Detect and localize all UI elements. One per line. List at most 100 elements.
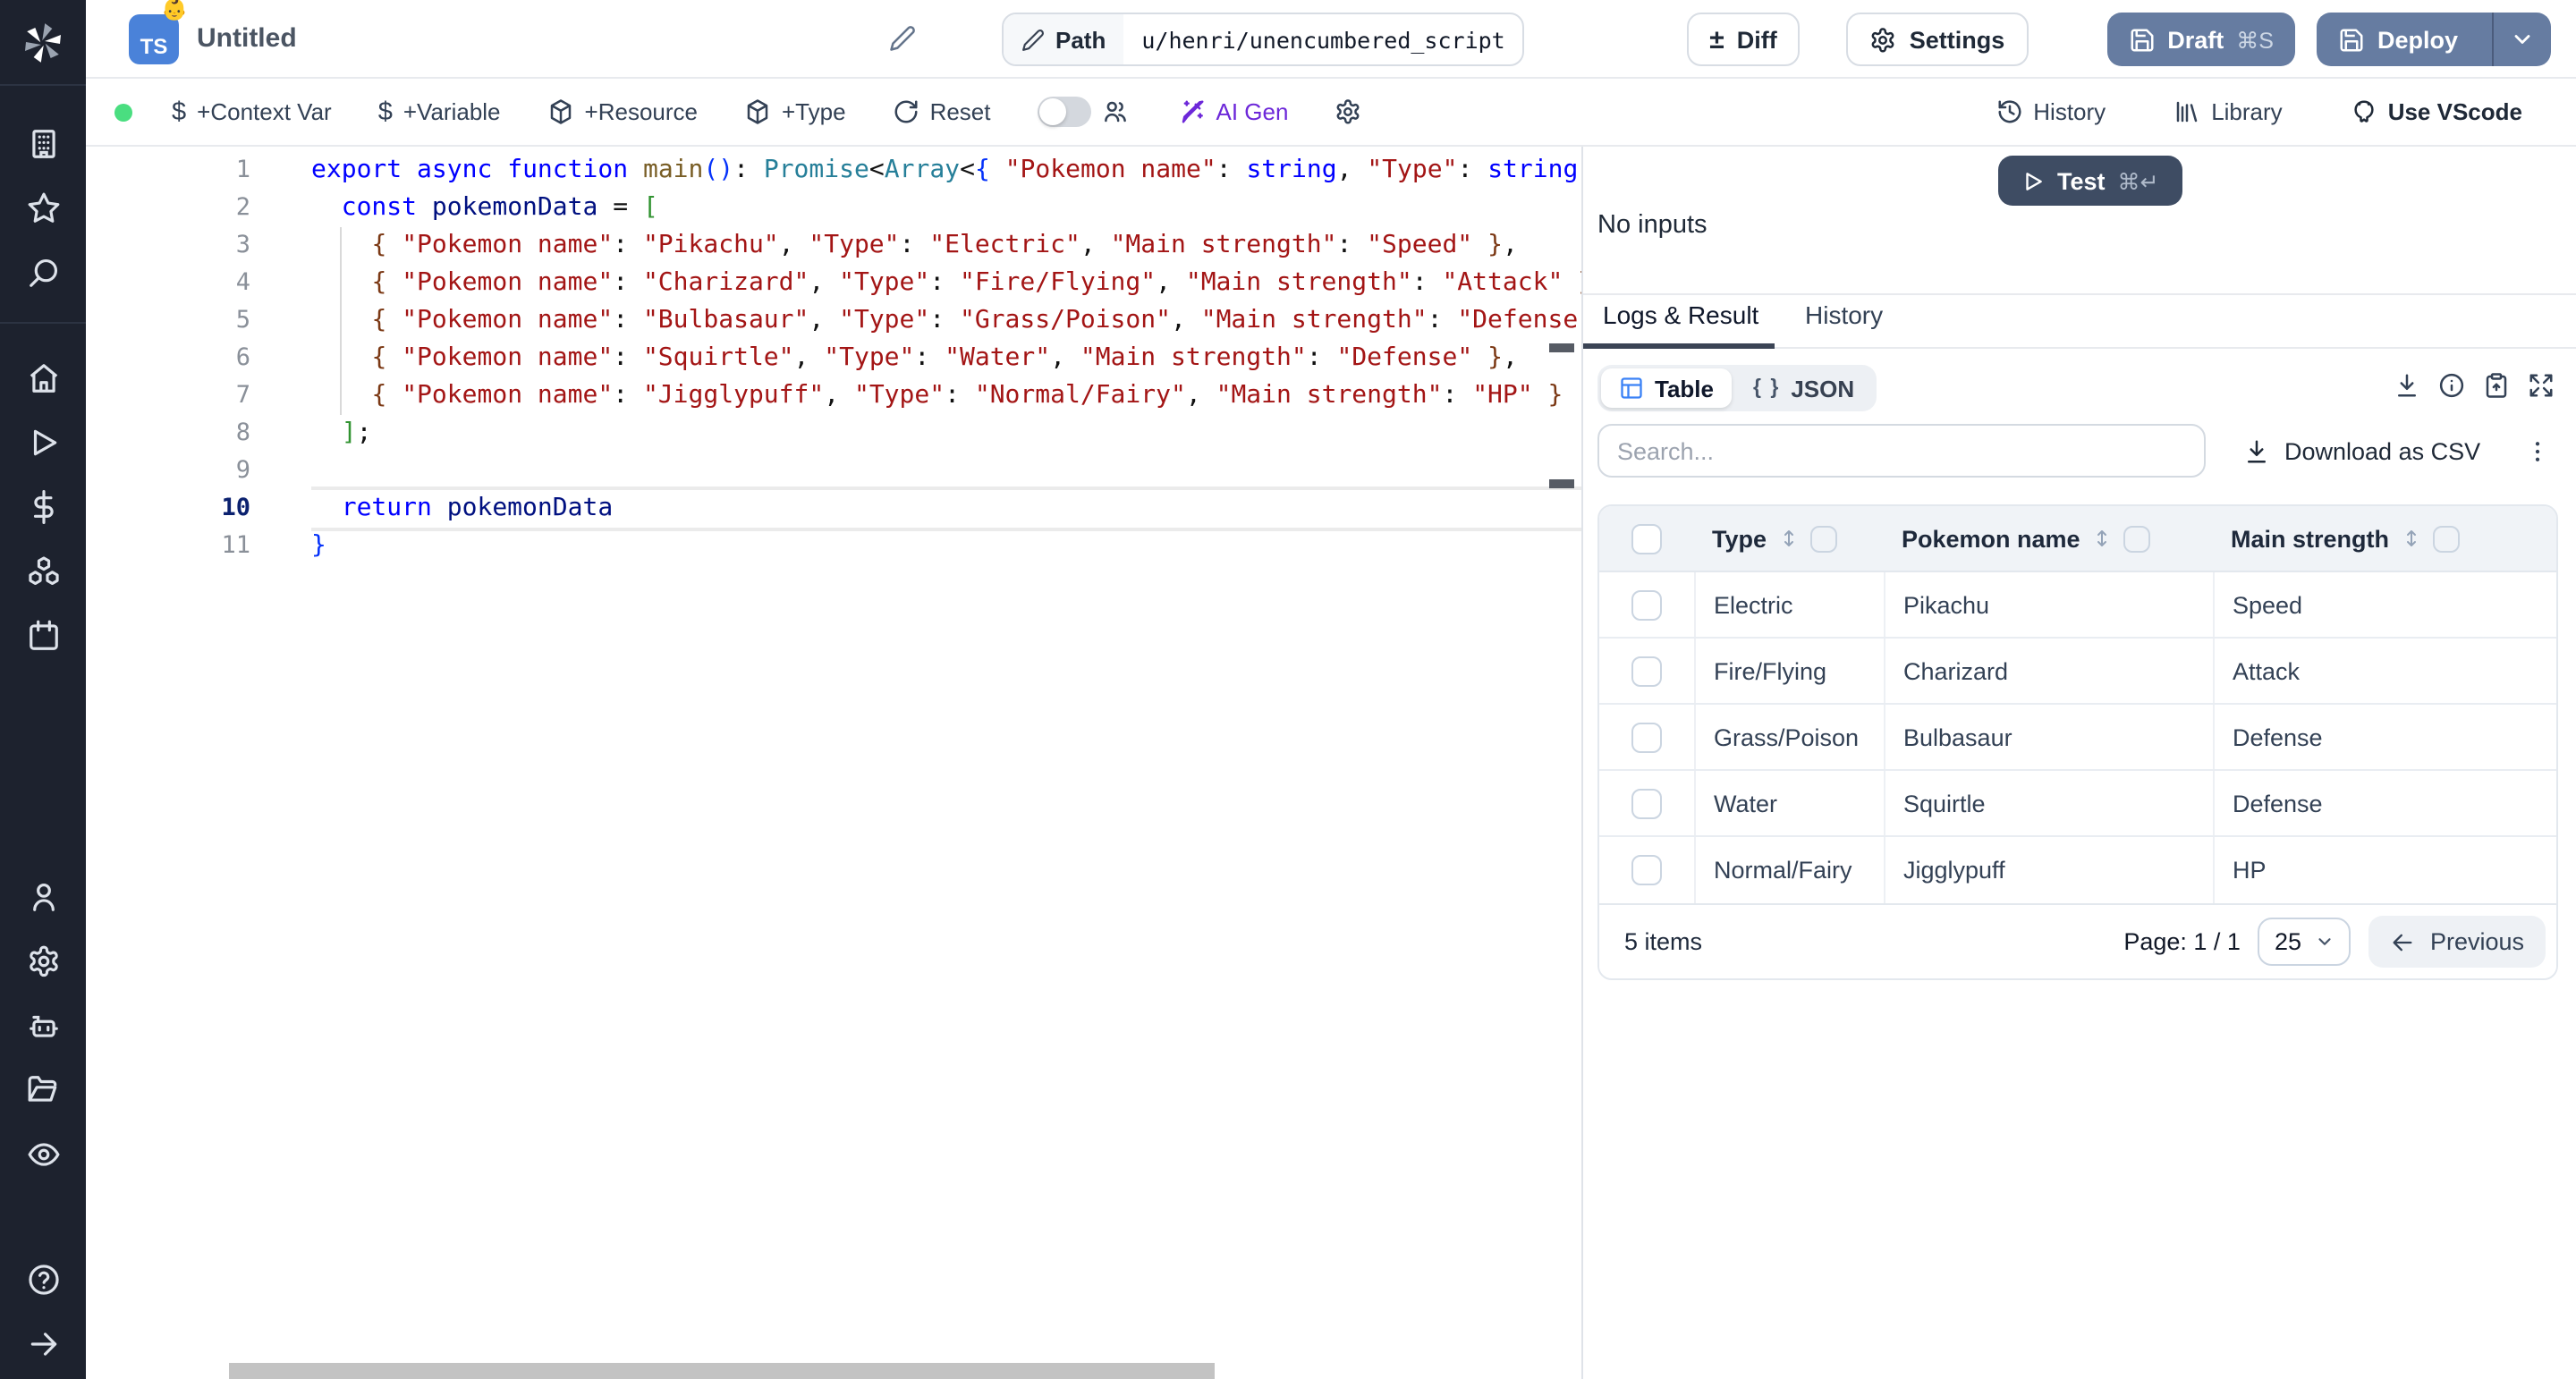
code-line-10[interactable]: 10 return pokemonData xyxy=(86,490,1581,528)
view-table-button[interactable]: Table xyxy=(1601,368,1732,408)
sort-icon[interactable] xyxy=(1777,528,1799,549)
column-toggle[interactable] xyxy=(2432,525,2459,552)
column-toggle[interactable] xyxy=(2123,525,2150,552)
code-text[interactable]: { "Pokemon name": "Charizard", "Type": "… xyxy=(311,265,1581,302)
row-checkbox[interactable] xyxy=(1631,656,1662,686)
previous-page-button[interactable]: Previous xyxy=(2369,916,2546,968)
ai-gen-button[interactable]: AI Gen xyxy=(1179,98,1289,125)
add-context-var-button[interactable]: $ +Context Var xyxy=(172,97,332,126)
result-table: Type Pokemon name Main strength Electric… xyxy=(1597,504,2558,980)
settings-gear-icon[interactable] xyxy=(0,928,86,993)
more-options-icon[interactable] xyxy=(2524,437,2551,464)
audit-eye-icon[interactable] xyxy=(0,1121,86,1186)
editor-settings-gear-icon[interactable] xyxy=(1335,98,1361,125)
code-line-1[interactable]: 1export async function main(): Promise<A… xyxy=(86,152,1581,190)
path-control[interactable]: Path u/henri/unencumbered_script xyxy=(1002,13,1525,66)
code-line-6[interactable]: 6 { "Pokemon name": "Squirtle", "Type": … xyxy=(86,340,1581,377)
info-icon[interactable] xyxy=(2438,372,2465,399)
table-row[interactable]: ElectricPikachuSpeed xyxy=(1599,572,2556,639)
code-editor[interactable]: 1export async function main(): Promise<A… xyxy=(86,147,1581,1379)
edit-summary-pencil-icon[interactable] xyxy=(889,25,916,52)
row-checkbox[interactable] xyxy=(1631,855,1662,885)
code-line-4[interactable]: 4 { "Pokemon name": "Charizard", "Type":… xyxy=(86,265,1581,302)
code-text[interactable]: } xyxy=(311,528,1581,565)
reset-button[interactable]: Reset xyxy=(893,98,991,125)
windmill-logo[interactable] xyxy=(0,0,86,86)
collab-toggle[interactable] xyxy=(1038,97,1091,127)
deploy-button[interactable]: Deploy xyxy=(2317,13,2551,66)
view-json-button[interactable]: { } JSON xyxy=(1735,368,1872,408)
column-header-type[interactable]: Type xyxy=(1694,506,1884,571)
table-row[interactable]: Grass/PoisonBulbasaurDefense xyxy=(1599,705,2556,771)
edit-path-pencil-icon xyxy=(1021,28,1045,51)
sort-icon[interactable] xyxy=(2091,528,2113,549)
code-text[interactable] xyxy=(311,453,1581,490)
help-icon[interactable] xyxy=(0,1247,86,1311)
history-button[interactable]: History xyxy=(1996,98,2106,125)
sort-icon[interactable] xyxy=(2400,528,2421,549)
code-text[interactable]: { "Pokemon name": "Jigglypuff", "Type": … xyxy=(311,377,1581,415)
code-line-2[interactable]: 2 const pokemonData = [ xyxy=(86,190,1581,227)
use-vscode-button[interactable]: Use VScode xyxy=(2351,98,2522,125)
diff-button[interactable]: ± Diff xyxy=(1686,13,1800,66)
table-cell: Charizard xyxy=(1884,639,2213,703)
items-count: 5 items xyxy=(1624,928,1702,955)
settings-button[interactable]: Settings xyxy=(1847,13,2029,66)
user-icon[interactable] xyxy=(0,864,86,928)
code-text[interactable]: { "Pokemon name": "Bulbasaur", "Type": "… xyxy=(311,302,1581,340)
download-icon[interactable] xyxy=(2394,372,2420,399)
runs-play-icon[interactable] xyxy=(0,410,86,474)
page-size-select[interactable]: 25 xyxy=(2258,918,2351,966)
tab-history[interactable]: History xyxy=(1805,300,1883,329)
add-variable-button[interactable]: $ +Variable xyxy=(378,97,501,126)
expand-sidebar-arrow-icon[interactable] xyxy=(0,1311,86,1375)
draft-button[interactable]: Draft ⌘S xyxy=(2106,13,2295,66)
search-icon[interactable] xyxy=(0,240,86,304)
column-header-pokemon-name[interactable]: Pokemon name xyxy=(1884,506,2213,571)
resources-boxes-icon[interactable] xyxy=(0,538,86,603)
save-icon xyxy=(2338,26,2365,53)
expand-icon[interactable] xyxy=(2528,372,2555,399)
favorites-star-icon[interactable] xyxy=(0,175,86,240)
select-all-checkbox[interactable] xyxy=(1631,523,1662,554)
code-text[interactable]: const pokemonData = [ xyxy=(311,190,1581,227)
code-text[interactable]: return pokemonData xyxy=(311,490,1581,528)
library-button[interactable]: Library xyxy=(2174,98,2283,125)
workspace-icon[interactable] xyxy=(0,111,86,175)
workers-bot-icon[interactable] xyxy=(0,993,86,1057)
add-resource-button[interactable]: +Resource xyxy=(547,98,698,125)
code-line-7[interactable]: 7 { "Pokemon name": "Jigglypuff", "Type"… xyxy=(86,377,1581,415)
row-checkbox[interactable] xyxy=(1631,589,1662,620)
line-number: 9 xyxy=(86,453,250,490)
folders-icon[interactable] xyxy=(0,1057,86,1121)
code-text[interactable]: { "Pokemon name": "Pikachu", "Type": "El… xyxy=(311,227,1581,265)
add-type-button[interactable]: +Type xyxy=(744,98,846,125)
table-row[interactable]: WaterSquirtleDefense xyxy=(1599,771,2556,837)
home-icon[interactable] xyxy=(0,345,86,410)
code-line-8[interactable]: 8 ]; xyxy=(86,415,1581,453)
row-checkbox[interactable] xyxy=(1631,788,1662,818)
windmill-script-editor: TS 👶 Untitled Path u/henri/unencumbered_… xyxy=(0,0,2576,1379)
code-text[interactable]: export async function main(): Promise<Ar… xyxy=(311,152,1581,190)
deploy-dropdown-caret[interactable] xyxy=(2492,13,2551,66)
code-line-3[interactable]: 3 { "Pokemon name": "Pikachu", "Type": "… xyxy=(86,227,1581,265)
clipboard-copy-icon[interactable] xyxy=(2483,372,2510,399)
code-text[interactable]: ]; xyxy=(311,415,1581,453)
code-line-5[interactable]: 5 { "Pokemon name": "Bulbasaur", "Type":… xyxy=(86,302,1581,340)
package-icon xyxy=(547,98,574,125)
code-line-9[interactable]: 9 xyxy=(86,453,1581,490)
variables-dollar-icon[interactable] xyxy=(0,474,86,538)
column-header-main-strength[interactable]: Main strength xyxy=(2213,506,2558,571)
row-checkbox[interactable] xyxy=(1631,722,1662,752)
code-line-11[interactable]: 11} xyxy=(86,528,1581,565)
table-row[interactable]: Normal/FairyJigglypuffHP xyxy=(1599,837,2556,903)
search-input[interactable] xyxy=(1597,424,2206,478)
download-csv-button[interactable]: Download as CSV xyxy=(2243,437,2480,464)
code-text[interactable]: { "Pokemon name": "Squirtle", "Type": "W… xyxy=(311,340,1581,377)
test-button[interactable]: Test ⌘↵ xyxy=(1998,156,2182,206)
horizontal-scrollbar[interactable] xyxy=(229,1363,1215,1379)
table-row[interactable]: Fire/FlyingCharizardAttack xyxy=(1599,639,2556,705)
tab-logs-result[interactable]: Logs & Result xyxy=(1603,300,1758,329)
schedules-calendar-icon[interactable] xyxy=(0,603,86,667)
column-toggle[interactable] xyxy=(1809,525,1836,552)
